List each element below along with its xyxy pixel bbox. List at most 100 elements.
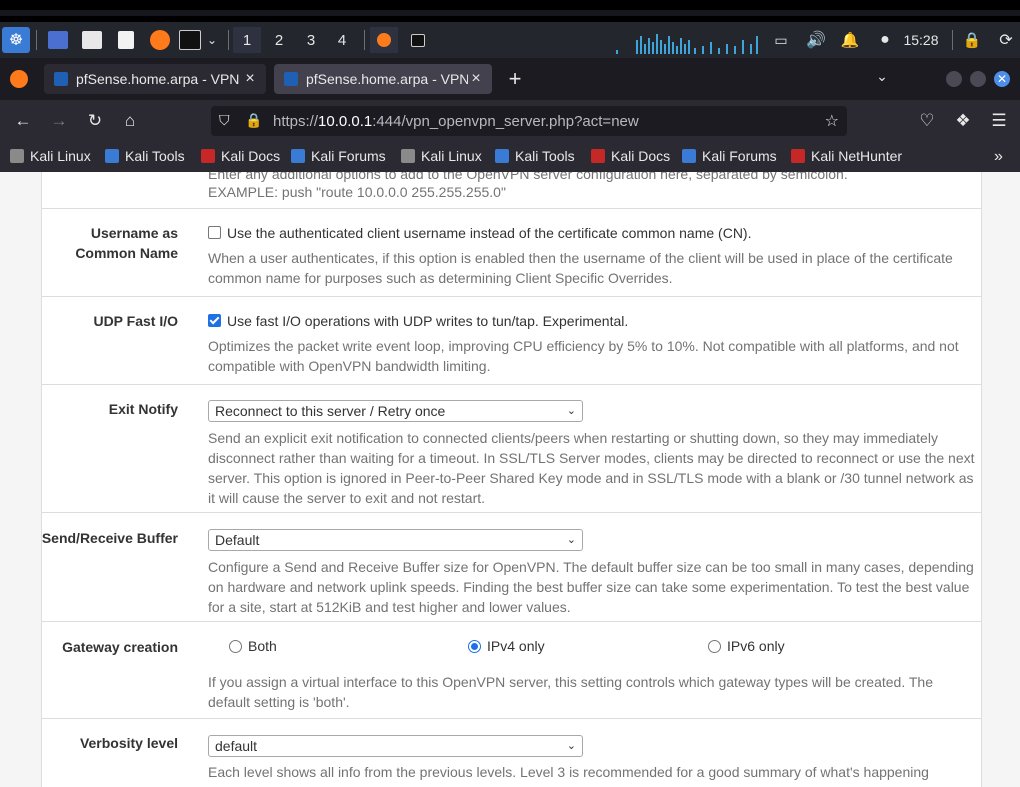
gateway-label: Gateway creation [62, 639, 178, 655]
exit-notify-help: Send an explicit exit notification to co… [208, 430, 975, 506]
terminal-window-icon[interactable] [406, 27, 430, 53]
window-titlebar [0, 10, 1020, 16]
custom-options-row: Enter any additional options to add to t… [42, 172, 981, 209]
chevron-down-icon[interactable]: ⌄ [204, 27, 220, 53]
radio-ipv4[interactable] [468, 639, 481, 653]
bookmark-kali-nethunter[interactable]: Kali NetHunter [791, 148, 902, 164]
url-path: :444/vpn_openvpn_server.php?act=new [372, 113, 639, 130]
taskbar-separator [364, 30, 365, 50]
back-arrow-icon[interactable]: ← [10, 108, 36, 134]
reload-icon[interactable]: ↻ [82, 108, 108, 134]
tab-pfsense-1[interactable]: pfSense.home.arpa - VPN × [44, 64, 266, 94]
workspace-1[interactable]: 1 [233, 27, 261, 53]
radio-both[interactable] [229, 639, 242, 653]
username-cn-row: Username as Common Name Use the authenti… [42, 208, 981, 297]
kali-forums-icon [291, 149, 305, 163]
new-tab-button[interactable]: + [503, 66, 527, 92]
speaker-icon[interactable]: 🔊 [806, 27, 826, 53]
udp-fast-io-row: UDP Fast I/O Use fast I/O operations wit… [42, 296, 981, 385]
bookmark-kali-linux[interactable]: Kali Linux [401, 148, 482, 164]
firefox-icon[interactable] [148, 27, 172, 53]
url-bar[interactable]: ⛉ 🔒 https://10.0.0.1:444/vpn_openvpn_ser… [211, 106, 847, 136]
tab-pfsense-2[interactable]: pfSense.home.arpa - VPN × [274, 64, 492, 94]
firefox-window-icon[interactable] [370, 27, 398, 53]
tab-title: pfSense.home.arpa - VPN [306, 71, 468, 87]
list-tabs-chevron-icon[interactable]: ⌄ [872, 68, 892, 88]
buffer-help: Configure a Send and Receive Buffer size… [208, 559, 974, 615]
gateway-radio-ipv4[interactable]: IPv4 only [468, 638, 545, 654]
minimize-button[interactable] [946, 71, 962, 87]
exit-notify-select[interactable]: Reconnect to this server / Retry once ⌄ [208, 400, 583, 422]
files-icon[interactable] [80, 27, 104, 53]
url-scheme: https:// [273, 113, 319, 130]
close-tab-icon[interactable]: × [468, 70, 484, 88]
kali-dragon-icon [10, 149, 24, 163]
maximize-button[interactable] [970, 71, 986, 87]
username-cn-checkbox[interactable] [208, 226, 221, 239]
chevron-down-icon: ⌄ [566, 740, 576, 752]
more-bookmarks-chevron-icon[interactable]: » [994, 148, 1003, 166]
home-icon[interactable]: ⌂ [117, 108, 143, 134]
bookmark-kali-tools[interactable]: Kali Tools [495, 148, 575, 164]
verbosity-value: default [215, 738, 258, 754]
bookmark-kali-docs[interactable]: Kali Docs [201, 148, 280, 164]
workspace-4[interactable]: 4 [328, 27, 356, 53]
show-desktop-icon[interactable] [46, 27, 70, 53]
forward-arrow-icon[interactable]: → [46, 108, 72, 134]
url-text[interactable]: https://10.0.0.1:444/vpn_openvpn_server.… [273, 113, 639, 130]
lock-icon[interactable]: 🔒 [962, 27, 982, 53]
page-content: Enter any additional options to add to t… [0, 172, 1020, 787]
editor-icon[interactable] [114, 27, 138, 53]
custom-options-example: EXAMPLE: push "route 10.0.0.0 255.255.25… [208, 184, 506, 200]
bookmark-label: Kali Linux [421, 148, 482, 164]
gateway-radio-both[interactable]: Both [229, 638, 277, 654]
username-cn-checkbox-row[interactable]: Use the authenticated client username in… [208, 223, 751, 243]
udp-fast-io-checkbox-row[interactable]: Use fast I/O operations with UDP writes … [208, 311, 628, 331]
menu-hamburger-icon[interactable]: ☰ [986, 108, 1012, 134]
taskbar-separator [228, 30, 229, 50]
close-tab-icon[interactable]: × [242, 70, 258, 88]
bookmark-star-icon[interactable]: ☆ [825, 111, 839, 131]
verbosity-row: Verbosity level default ⌄ Each level show… [42, 719, 981, 787]
udp-fast-io-help: Optimizes the packet write event loop, i… [208, 338, 959, 374]
exit-notify-row: Exit Notify Reconnect to this server / R… [42, 384, 981, 513]
kali-menu-icon[interactable]: ☸ [2, 27, 30, 53]
kali-nethunter-icon [791, 149, 805, 163]
url-host: 10.0.0.1 [318, 113, 373, 130]
terminal-icon[interactable] [178, 27, 202, 53]
buffer-select[interactable]: Default ⌄ [208, 529, 583, 551]
bookmark-label: Kali Docs [221, 148, 281, 164]
pocket-icon[interactable]: ♡ [914, 108, 940, 134]
gateway-row: Gateway creation Both IPv4 only IPv6 onl… [42, 622, 981, 719]
bookmark-kali-tools[interactable]: Kali Tools [105, 148, 185, 164]
bookmark-kali-forums[interactable]: Kali Forums [291, 148, 386, 164]
bookmark-kali-forums[interactable]: Kali Forums [682, 148, 777, 164]
bookmark-kali-linux[interactable]: Kali Linux [10, 148, 91, 164]
workspace-2[interactable]: 2 [265, 27, 293, 53]
bookmark-label: Kali Linux [30, 148, 91, 164]
gateway-radio-ipv6[interactable]: IPv6 only [708, 638, 785, 654]
radio-both-label: Both [248, 638, 277, 654]
bell-icon[interactable]: 🔔 [840, 27, 860, 53]
power-icon[interactable]: ⟳ [996, 27, 1016, 53]
verbosity-select[interactable]: default ⌄ [208, 735, 583, 757]
buffer-value: Default [215, 532, 260, 548]
power-manager-icon[interactable]: ● [875, 27, 895, 53]
username-cn-label: Username as Common Name [75, 225, 178, 261]
close-window-icon[interactable]: ✕ [994, 71, 1010, 87]
extensions-icon[interactable]: ❖ [950, 108, 976, 134]
lock-warning-icon[interactable]: 🔒 [245, 112, 262, 129]
udp-fast-io-label: UDP Fast I/O [93, 313, 178, 329]
taskbar: ☸ ⌄ 1 2 3 4 ▭ 🔊 🔔 ● 15:28 🔒 ⟳ [0, 22, 1020, 58]
bookmark-kali-docs[interactable]: Kali Docs [591, 148, 670, 164]
radio-ipv6[interactable] [708, 639, 721, 653]
display-icon[interactable]: ▭ [772, 27, 790, 53]
workspace-3[interactable]: 3 [297, 27, 325, 53]
buffer-row: Send/Receive Buffer Default ⌄ Configure a… [42, 513, 981, 622]
kali-docs-icon [591, 149, 605, 163]
firefox-view-icon[interactable] [10, 70, 28, 88]
shield-icon[interactable]: ⛉ [219, 112, 230, 129]
clock[interactable]: 15:28 [896, 27, 946, 53]
bookmark-label: Kali Tools [125, 148, 185, 164]
udp-fast-io-checkbox[interactable] [208, 314, 221, 327]
